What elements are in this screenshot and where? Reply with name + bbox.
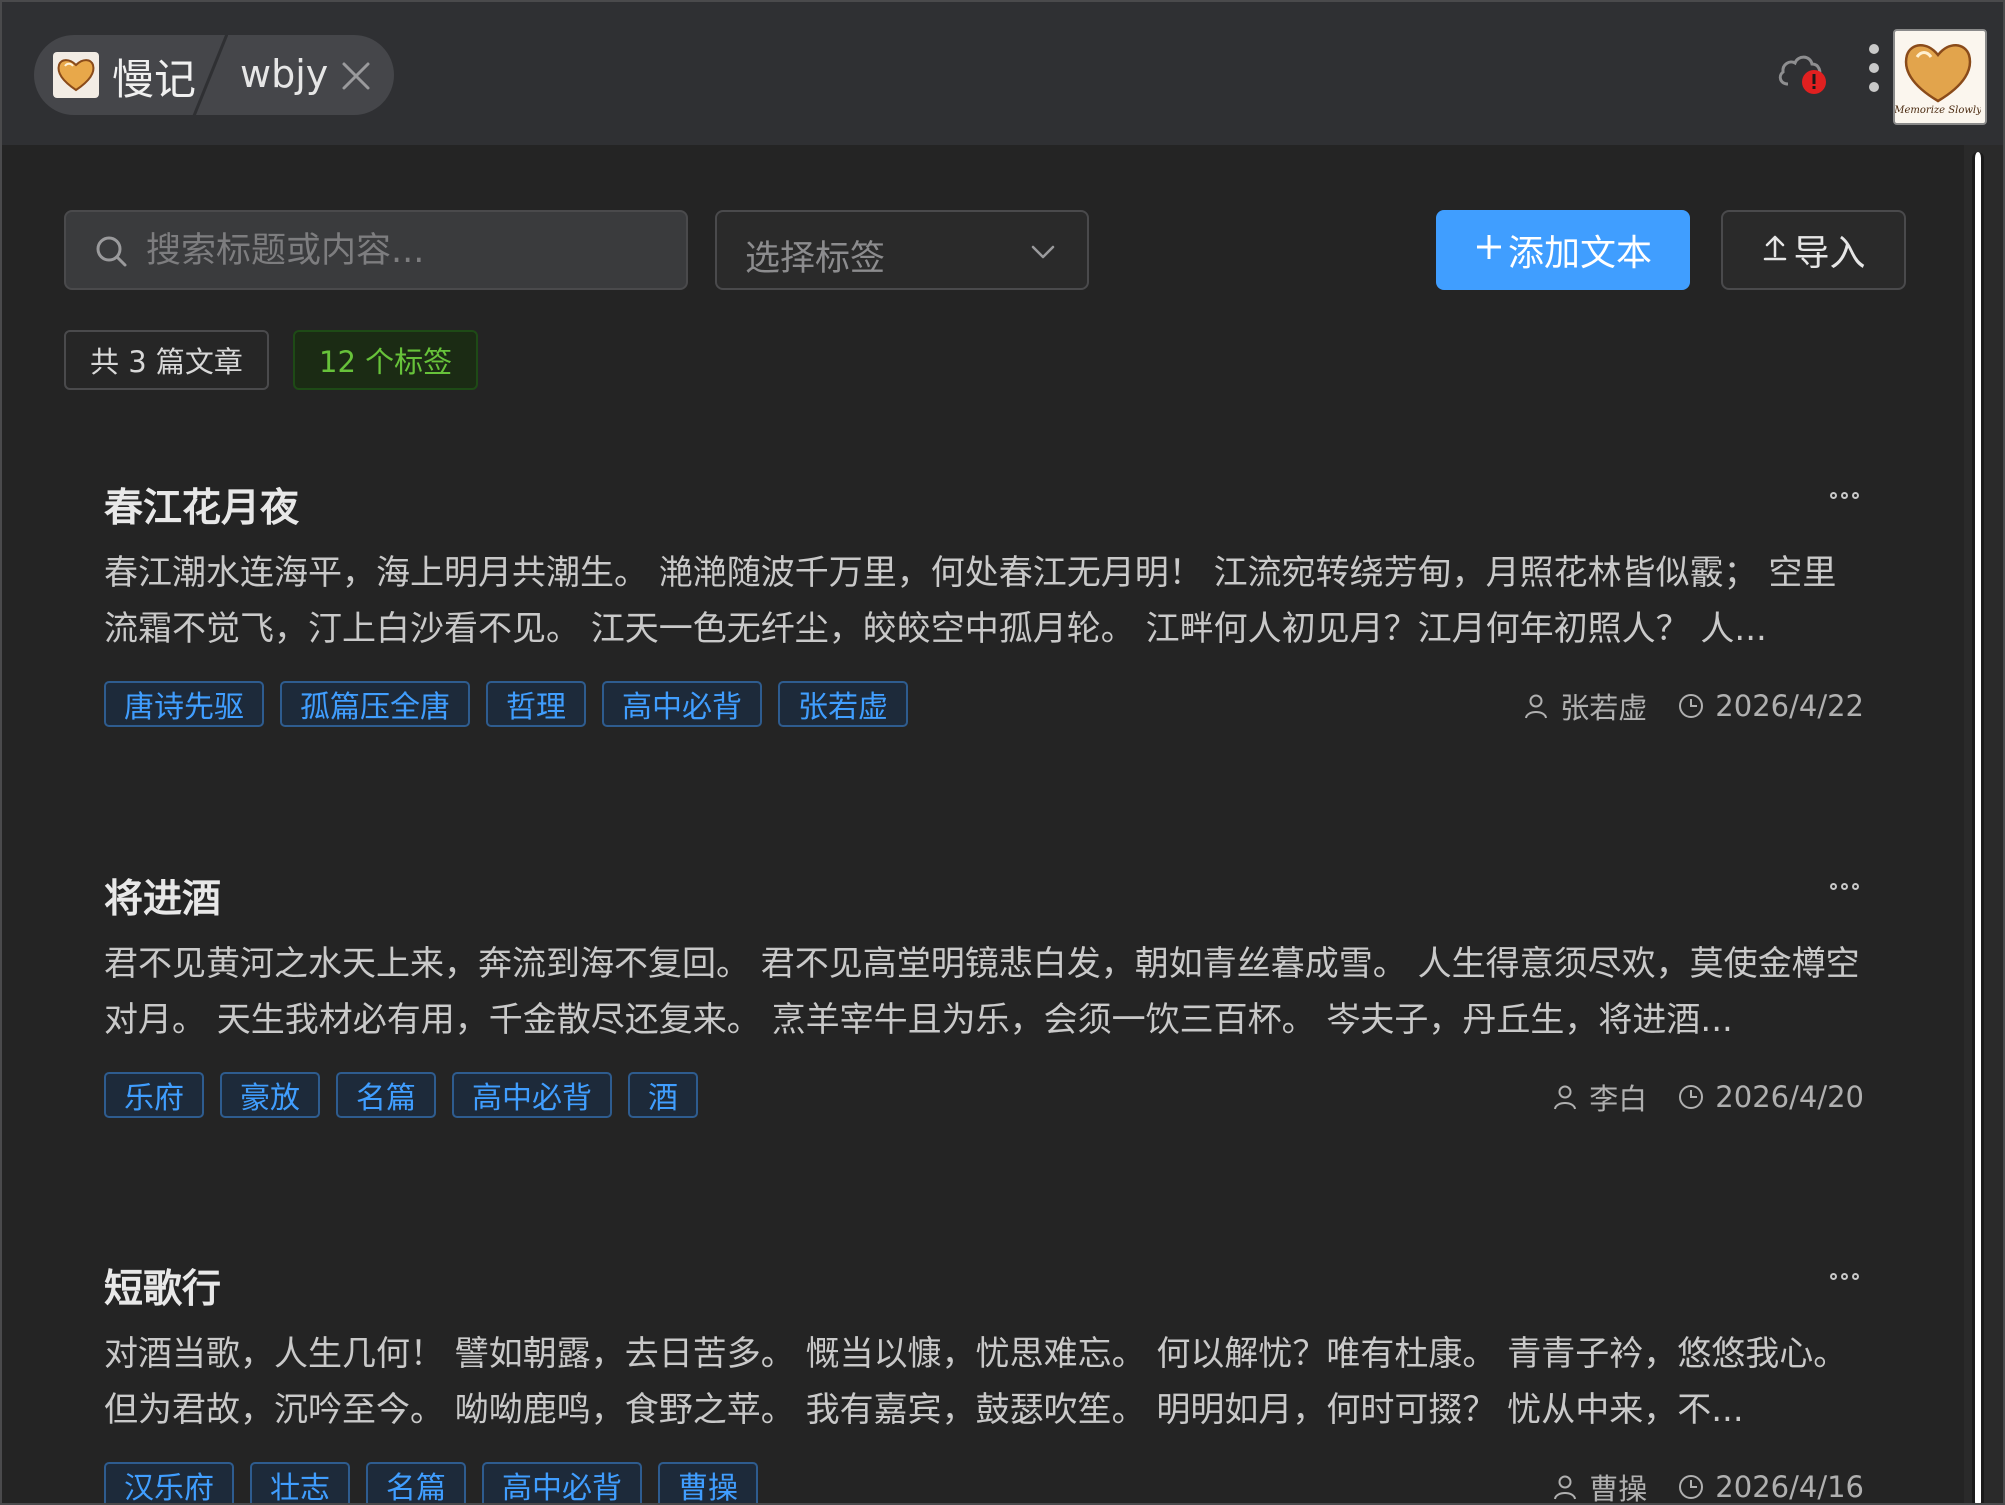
article-meta: 李白 2026/4/20 xyxy=(1551,1076,1864,1118)
app-window: 慢记 wbjy Memorize Slowly 搜索标题或内容... 选择标签 … xyxy=(0,0,2005,1505)
tag-count-badge: 12 个标签 xyxy=(293,330,479,390)
clock-icon xyxy=(1679,1475,1704,1499)
import-label: 导入 xyxy=(1793,233,1866,274)
user-icon xyxy=(1554,1475,1577,1500)
scrollbar[interactable] xyxy=(1964,145,2003,1503)
tag-chip[interactable]: 高中必背 xyxy=(452,1072,612,1118)
article-author: 曹操 xyxy=(1589,1472,1648,1505)
tag-chip[interactable]: 乐府 xyxy=(104,1072,204,1118)
add-text-label: 添加文本 xyxy=(1507,233,1652,274)
user-icon xyxy=(1525,694,1548,719)
article-meta: 张若虚 2026/4/22 xyxy=(1522,685,1864,727)
search-icon xyxy=(94,234,130,270)
tag-chip[interactable]: 汉乐府 xyxy=(104,1462,234,1503)
article-title[interactable]: 短歌行 xyxy=(104,1258,221,1314)
more-options-icon[interactable] xyxy=(1824,1264,1864,1288)
tag-chip[interactable]: 曹操 xyxy=(658,1462,758,1503)
article-meta: 曹操 2026/4/16 xyxy=(1551,1466,1864,1505)
article-excerpt: 春江潮水连海平，海上明月共潮生。 滟滟随波千万里，何处春江无月明！ 江流宛转绕芳… xyxy=(104,553,1837,649)
clock-icon xyxy=(1679,1085,1704,1109)
tag-select-placeholder: 选择标签 xyxy=(745,239,886,279)
search-box[interactable] xyxy=(64,210,688,290)
user-icon xyxy=(1554,1085,1577,1110)
avatar-logo-text: Memorize Slowly xyxy=(1895,105,1981,116)
avatar[interactable]: Memorize Slowly xyxy=(1893,29,1987,125)
article-title[interactable]: 将进酒 xyxy=(104,868,221,924)
upload-icon xyxy=(1761,230,1789,271)
tag-chip[interactable]: 豪放 xyxy=(220,1072,320,1118)
scrollbar-thumb[interactable] xyxy=(1972,152,1984,1503)
article-title[interactable]: 春江花月夜 xyxy=(104,477,299,533)
article-tags: 汉乐府 壮志 名篇 高中必背 曹操 xyxy=(104,1462,758,1503)
article-date: 2026/4/20 xyxy=(1715,1080,1864,1114)
close-icon[interactable] xyxy=(336,56,376,96)
app-logo-icon xyxy=(53,52,99,98)
tag-chip[interactable]: 张若虚 xyxy=(778,681,908,727)
import-button[interactable]: 导入 xyxy=(1721,210,1906,290)
article-date: 2026/4/16 xyxy=(1715,1470,1864,1504)
article-excerpt: 对酒当歌，人生几何！ 譬如朝露，去日苦多。 慨当以慷，忧思难忘。 何以解忧？唯有… xyxy=(104,1334,1848,1430)
tag-chip[interactable]: 高中必背 xyxy=(482,1462,642,1503)
article-author: 张若虚 xyxy=(1560,691,1648,725)
article-tags: 唐诗先驱 孤篇压全唐 哲理 高中必背 张若虚 xyxy=(104,681,908,727)
chevron-down-icon xyxy=(1029,238,1057,266)
app-title: 慢记 xyxy=(112,55,197,104)
tag-filter-select[interactable]: 选择标签 xyxy=(715,210,1089,290)
cloud-sync-error-icon[interactable] xyxy=(1774,48,1830,98)
tab-title[interactable]: wbjy xyxy=(240,52,328,96)
tab-divider xyxy=(192,35,228,115)
article-card[interactable]: 将进酒 君不见黄河之水天上来，奔流到海不复回。 君不见高堂明镜悲白发，朝如青丝暮… xyxy=(104,868,1864,1158)
search-input[interactable] xyxy=(144,220,668,282)
article-author: 李白 xyxy=(1589,1082,1648,1116)
plus-icon xyxy=(1474,230,1504,271)
tag-chip[interactable]: 孤篇压全唐 xyxy=(280,681,470,727)
article-count-badge: 共 3 篇文章 xyxy=(64,330,269,390)
tag-chip[interactable]: 壮志 xyxy=(250,1462,350,1503)
article-excerpt: 君不见黄河之水天上来，奔流到海不复回。 君不见高堂明镜悲白发，朝如青丝暮成雪。 … xyxy=(104,944,1860,1040)
more-options-icon[interactable] xyxy=(1824,874,1864,898)
more-options-icon[interactable] xyxy=(1824,483,1864,507)
article-tags: 乐府 豪放 名篇 高中必背 酒 xyxy=(104,1072,698,1118)
tag-chip[interactable]: 酒 xyxy=(628,1072,698,1118)
article-date: 2026/4/22 xyxy=(1715,689,1864,723)
tag-chip[interactable]: 唐诗先驱 xyxy=(104,681,264,727)
more-menu-icon[interactable] xyxy=(1862,44,1886,104)
add-text-button[interactable]: 添加文本 xyxy=(1436,210,1690,290)
tag-chip[interactable]: 名篇 xyxy=(366,1462,466,1503)
article-card[interactable]: 短歌行 对酒当歌，人生几何！ 譬如朝露，去日苦多。 慨当以慷，忧思难忘。 何以解… xyxy=(104,1258,1864,1505)
tag-chip[interactable]: 哲理 xyxy=(486,681,586,727)
clock-icon xyxy=(1679,694,1704,718)
article-card[interactable]: 春江花月夜 春江潮水连海平，海上明月共潮生。 滟滟随波千万里，何处春江无月明！ … xyxy=(104,477,1864,767)
tag-chip[interactable]: 名篇 xyxy=(336,1072,436,1118)
tag-chip[interactable]: 高中必背 xyxy=(602,681,762,727)
